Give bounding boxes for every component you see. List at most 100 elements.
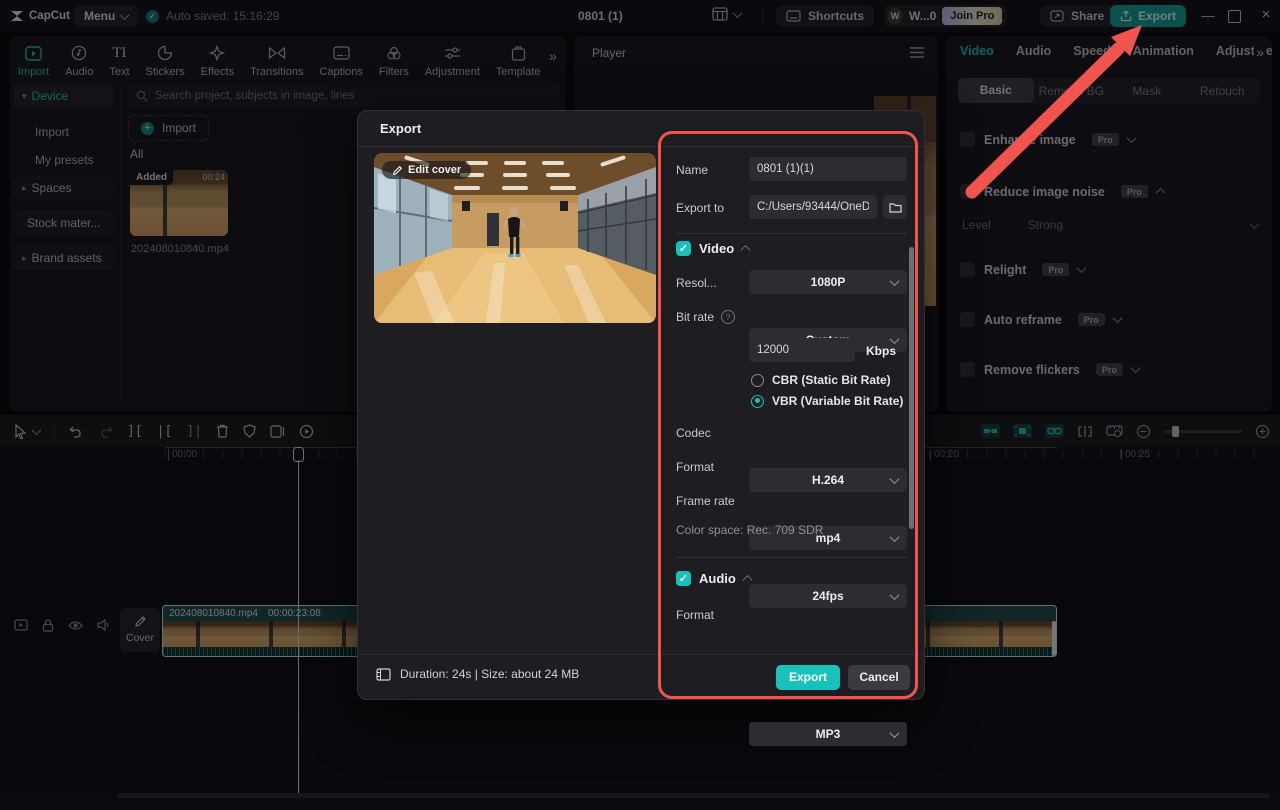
share-label: Share xyxy=(1071,9,1105,23)
plus-icon: + xyxy=(141,121,154,135)
delete-icon[interactable] xyxy=(216,424,229,438)
capcut-window: CapCut Menu ✓ Auto saved: 15:16:29 0801 … xyxy=(0,0,1280,810)
minimize-button[interactable]: — xyxy=(1198,8,1218,23)
timeline-view-icon[interactable] xyxy=(1106,424,1123,438)
tab-captions[interactable]: Captions xyxy=(319,44,363,78)
cover-label: Cover xyxy=(125,632,154,644)
cover-button[interactable]: Cover xyxy=(120,608,160,652)
share-button[interactable]: Share xyxy=(1040,5,1115,27)
audio-tab-icon xyxy=(71,44,87,62)
subtab-mask[interactable]: Mask xyxy=(1109,84,1185,98)
undo-icon[interactable] xyxy=(69,425,84,438)
mask-icon[interactable] xyxy=(243,424,256,438)
export-icon xyxy=(1120,10,1132,22)
player-title: Player xyxy=(592,46,627,60)
tab-label: Import xyxy=(18,66,50,78)
lock-icon[interactable] xyxy=(42,618,54,632)
redo-icon[interactable] xyxy=(98,425,113,438)
split-preview-icon[interactable] xyxy=(1077,425,1093,438)
tab-text[interactable]: TI Text xyxy=(109,44,130,79)
chevron-down-icon xyxy=(732,7,743,18)
maximize-button[interactable] xyxy=(1228,10,1241,23)
layout-switcher[interactable] xyxy=(712,7,743,21)
relight-checkbox[interactable] xyxy=(960,262,975,277)
freeze-frame-icon[interactable] xyxy=(299,424,314,439)
sidebar-item-import[interactable]: Import xyxy=(14,118,114,146)
sidebar-item-device[interactable]: ▾ Device xyxy=(14,84,114,108)
subtab-retouch[interactable]: Retouch xyxy=(1185,84,1261,98)
tab-label: Audio xyxy=(65,66,94,78)
media-import-button[interactable]: + Import xyxy=(128,115,210,141)
inspector-tabs-overflow[interactable]: » xyxy=(1254,44,1266,60)
chevron-up-icon[interactable] xyxy=(1155,187,1166,198)
playhead[interactable] xyxy=(293,447,304,793)
chevron-down-icon[interactable] xyxy=(1112,313,1123,324)
split-icon[interactable]: ][ xyxy=(127,424,143,439)
search-input[interactable] xyxy=(155,85,552,106)
tab-label: Text xyxy=(109,66,130,78)
subtab-basic[interactable]: Basic xyxy=(958,78,1034,103)
remove-flickers-checkbox[interactable] xyxy=(960,362,975,377)
avatar: W xyxy=(887,8,903,24)
split-right-icon[interactable]: ]| xyxy=(186,424,202,439)
chevron-down-icon[interactable] xyxy=(1130,363,1141,374)
level-value-select[interactable]: Strong xyxy=(1028,218,1063,232)
sidebar-item-stock[interactable]: Stock mater... xyxy=(14,211,114,235)
tab-filters[interactable]: Filters xyxy=(379,44,409,78)
tab-effects[interactable]: Effects xyxy=(201,44,234,78)
menu-button[interactable]: Menu xyxy=(74,5,139,27)
zoom-slider-handle[interactable] xyxy=(1172,425,1179,437)
auto-reframe-checkbox[interactable] xyxy=(960,312,975,327)
zoom-out-icon[interactable] xyxy=(1136,424,1151,439)
sidebar-item-spaces[interactable]: ▸ Spaces xyxy=(14,176,114,200)
player-menu-icon[interactable] xyxy=(910,47,924,58)
media-search[interactable] xyxy=(128,84,560,107)
section-label: Relight xyxy=(984,262,1027,277)
tab-audio[interactable]: Audio xyxy=(65,44,93,78)
audio-format-select[interactable]: MP3 xyxy=(749,722,907,746)
export-button[interactable]: Export xyxy=(1110,5,1187,27)
edit-cover-button[interactable]: Edit cover xyxy=(382,161,472,179)
timeline-zoom-slider[interactable] xyxy=(1164,425,1242,437)
media-thumbnail[interactable]: Added 00:24 xyxy=(130,170,228,236)
chevron-down-icon[interactable] xyxy=(1249,218,1260,229)
tab-adjustment[interactable]: Adjustment xyxy=(425,44,480,78)
reduce-noise-row: Reduce image noise Pro xyxy=(960,184,1166,199)
media-filter-all[interactable]: All xyxy=(130,147,143,161)
shortcuts-button[interactable]: Shortcuts xyxy=(776,5,875,27)
enhance-image-checkbox[interactable] xyxy=(960,132,975,147)
tab-template[interactable]: Template xyxy=(496,44,541,78)
clip-right-handle[interactable] xyxy=(1052,621,1056,656)
mute-track-icon[interactable] xyxy=(97,619,111,631)
subtab-remove-bg[interactable]: Remove BG xyxy=(1034,84,1110,98)
import-button-label: Import xyxy=(162,121,197,135)
chevron-down-icon[interactable] xyxy=(31,424,42,435)
tab-transitions[interactable]: Transitions xyxy=(250,44,303,78)
split-left-icon[interactable]: |[ xyxy=(157,424,173,439)
hide-track-icon[interactable] xyxy=(68,620,83,631)
close-button[interactable]: × xyxy=(1256,6,1276,23)
tab-video[interactable]: Video xyxy=(960,44,994,58)
account-chip[interactable]: W W...0 Join Pro xyxy=(884,5,1007,27)
tab-audio[interactable]: Audio xyxy=(1016,44,1051,58)
auto-snap-icon[interactable] xyxy=(1013,424,1032,438)
media-tabs-overflow[interactable]: » xyxy=(549,48,557,64)
timeline-scrollbar[interactable] xyxy=(118,793,1270,798)
zoom-in-icon[interactable] xyxy=(1255,424,1270,439)
tab-import[interactable]: Import xyxy=(18,44,49,78)
tab-animation[interactable]: Animation xyxy=(1133,44,1194,58)
select-tool-icon[interactable] xyxy=(14,423,27,439)
tab-stickers[interactable]: Stickers xyxy=(146,44,185,78)
magnet-icon[interactable] xyxy=(981,424,1000,438)
chevron-down-icon[interactable] xyxy=(1126,133,1137,144)
ruler-label: 00:00 xyxy=(168,449,197,460)
chevron-down-icon[interactable] xyxy=(1076,263,1087,274)
link-icon[interactable] xyxy=(1045,424,1064,438)
reduce-noise-checkbox[interactable] xyxy=(960,184,975,199)
sidebar-item-my-presets[interactable]: My presets xyxy=(14,146,114,176)
pro-badge: Pro xyxy=(1077,313,1105,326)
join-pro-button[interactable]: Join Pro xyxy=(942,7,1003,25)
sidebar-item-brand[interactable]: ▸ Brand assets xyxy=(14,246,114,270)
overlay-icon[interactable] xyxy=(270,424,285,438)
tab-speed[interactable]: Speed xyxy=(1073,44,1111,58)
